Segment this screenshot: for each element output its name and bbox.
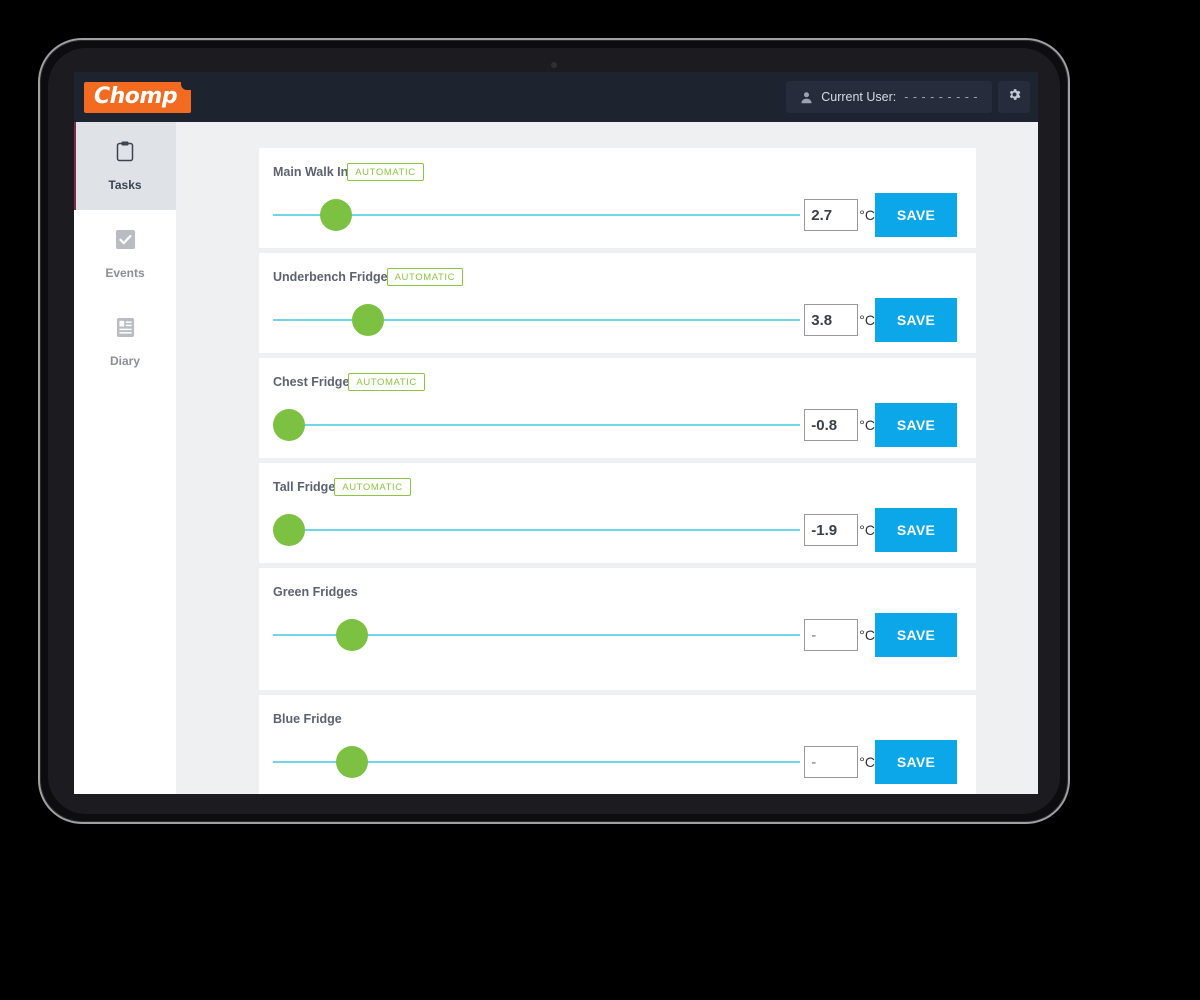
settings-button[interactable] bbox=[998, 81, 1030, 113]
clipboard-icon bbox=[115, 140, 135, 167]
unit-label: °C bbox=[859, 312, 875, 328]
temperature-value-group: °C bbox=[804, 304, 875, 336]
sidebar-item-label: Tasks bbox=[108, 178, 142, 192]
fridge-card: Chest Fridge AUTOMATIC °C SAVE bbox=[259, 358, 976, 458]
fridge-card-header: Underbench Fridge AUTOMATIC bbox=[273, 267, 957, 287]
fridge-name: Tall Fridge bbox=[273, 480, 336, 494]
save-button[interactable]: SAVE bbox=[875, 193, 957, 237]
camera-icon bbox=[551, 62, 557, 68]
temperature-value-group: °C bbox=[804, 514, 875, 546]
fridge-card: Tall Fridge AUTOMATIC °C SAVE bbox=[259, 463, 976, 563]
sidebar-item-diary[interactable]: Diary bbox=[74, 298, 176, 386]
fridge-name: Green Fridges bbox=[273, 585, 358, 599]
temperature-value-group: °C bbox=[804, 619, 875, 651]
app-body: Tasks Events Diary Main Walk In AUTOMATI… bbox=[74, 122, 1038, 794]
status-badge: AUTOMATIC bbox=[348, 373, 425, 391]
current-user-name: - - - - - - - - - bbox=[904, 90, 978, 104]
person-icon bbox=[800, 91, 813, 104]
fridge-card-controls: °C SAVE bbox=[273, 612, 957, 658]
app-screen: Chomp Current User: - - - - - - - - - Ta… bbox=[74, 72, 1038, 794]
save-button[interactable]: SAVE bbox=[875, 508, 957, 552]
fridge-name: Underbench Fridge bbox=[273, 270, 388, 284]
fridge-card-header: Green Fridges bbox=[273, 582, 957, 602]
temperature-slider[interactable] bbox=[273, 739, 801, 785]
tablet-device-frame: Chomp Current User: - - - - - - - - - Ta… bbox=[38, 38, 1070, 824]
fridge-card-header: Main Walk In AUTOMATIC bbox=[273, 162, 957, 182]
save-button[interactable]: SAVE bbox=[875, 613, 957, 657]
temperature-slider[interactable] bbox=[273, 297, 801, 343]
fridge-card-controls: °C SAVE bbox=[272, 402, 957, 448]
status-badge: AUTOMATIC bbox=[347, 163, 424, 181]
temperature-input[interactable] bbox=[804, 409, 859, 441]
save-button[interactable]: SAVE bbox=[875, 740, 957, 784]
temperature-input[interactable] bbox=[804, 514, 859, 546]
fridge-list: Main Walk In AUTOMATIC °C SAVE bbox=[176, 122, 1038, 794]
slider-thumb[interactable] bbox=[336, 746, 369, 778]
slider-track bbox=[273, 529, 801, 531]
temperature-slider[interactable] bbox=[272, 507, 801, 553]
temperature-value-group: °C bbox=[804, 746, 875, 778]
fridge-card-header: Blue Fridge bbox=[273, 709, 957, 729]
temperature-slider[interactable] bbox=[272, 402, 801, 448]
fridge-card-controls: °C SAVE bbox=[273, 739, 957, 785]
fridge-card-controls: °C SAVE bbox=[273, 297, 957, 343]
unit-label: °C bbox=[859, 754, 875, 770]
fridge-card: Green Fridges °C SAVE bbox=[259, 568, 976, 690]
fridge-card-header: Tall Fridge AUTOMATIC bbox=[273, 477, 957, 497]
sidebar-item-tasks[interactable]: Tasks bbox=[74, 122, 176, 210]
temperature-input[interactable] bbox=[804, 619, 859, 651]
slider-thumb[interactable] bbox=[336, 619, 369, 651]
fridge-card: Underbench Fridge AUTOMATIC °C SAVE bbox=[259, 253, 976, 353]
slider-thumb[interactable] bbox=[272, 514, 305, 546]
temperature-input[interactable] bbox=[804, 304, 859, 336]
top-bar-right-group: Current User: - - - - - - - - - bbox=[786, 81, 1030, 113]
fridge-name: Main Walk In bbox=[273, 165, 349, 179]
temperature-value-group: °C bbox=[804, 199, 875, 231]
save-button[interactable]: SAVE bbox=[875, 403, 957, 447]
slider-thumb[interactable] bbox=[272, 409, 305, 441]
fridge-card-controls: °C SAVE bbox=[272, 507, 957, 553]
sidebar-item-events[interactable]: Events bbox=[74, 210, 176, 298]
temperature-slider[interactable] bbox=[273, 612, 801, 658]
current-user-label: Current User: bbox=[821, 90, 897, 104]
temperature-input[interactable] bbox=[804, 199, 859, 231]
fridge-name: Chest Fridge bbox=[273, 375, 350, 389]
chomp-logo[interactable]: Chomp bbox=[84, 80, 193, 113]
fridge-name: Blue Fridge bbox=[273, 712, 342, 726]
top-bar: Chomp Current User: - - - - - - - - - bbox=[74, 72, 1038, 122]
unit-label: °C bbox=[859, 522, 875, 538]
slider-thumb[interactable] bbox=[320, 199, 353, 231]
notes-icon bbox=[116, 317, 135, 343]
slider-track bbox=[273, 424, 801, 426]
fridge-card-header: Chest Fridge AUTOMATIC bbox=[273, 372, 957, 392]
sidebar: Tasks Events Diary bbox=[74, 122, 176, 794]
status-badge: AUTOMATIC bbox=[386, 268, 464, 286]
status-badge: AUTOMATIC bbox=[334, 478, 411, 496]
unit-label: °C bbox=[859, 417, 875, 433]
sidebar-item-label: Diary bbox=[109, 353, 141, 368]
checkbox-icon bbox=[115, 229, 136, 255]
current-user-chip[interactable]: Current User: - - - - - - - - - bbox=[786, 81, 992, 113]
gear-icon bbox=[1007, 87, 1022, 107]
temperature-input[interactable] bbox=[804, 746, 859, 778]
fridge-card: Blue Fridge °C SAVE bbox=[259, 695, 976, 794]
temperature-value-group: °C bbox=[804, 409, 875, 441]
unit-label: °C bbox=[859, 207, 875, 223]
unit-label: °C bbox=[859, 627, 875, 643]
logo-text: Chomp bbox=[94, 83, 178, 109]
temperature-slider[interactable] bbox=[273, 192, 801, 238]
logo-bite-notch bbox=[181, 80, 193, 90]
save-button[interactable]: SAVE bbox=[875, 298, 957, 342]
sidebar-item-label: Events bbox=[105, 265, 145, 280]
fridge-card: Main Walk In AUTOMATIC °C SAVE bbox=[259, 148, 976, 248]
slider-thumb[interactable] bbox=[351, 304, 384, 336]
fridge-card-controls: °C SAVE bbox=[273, 192, 957, 238]
